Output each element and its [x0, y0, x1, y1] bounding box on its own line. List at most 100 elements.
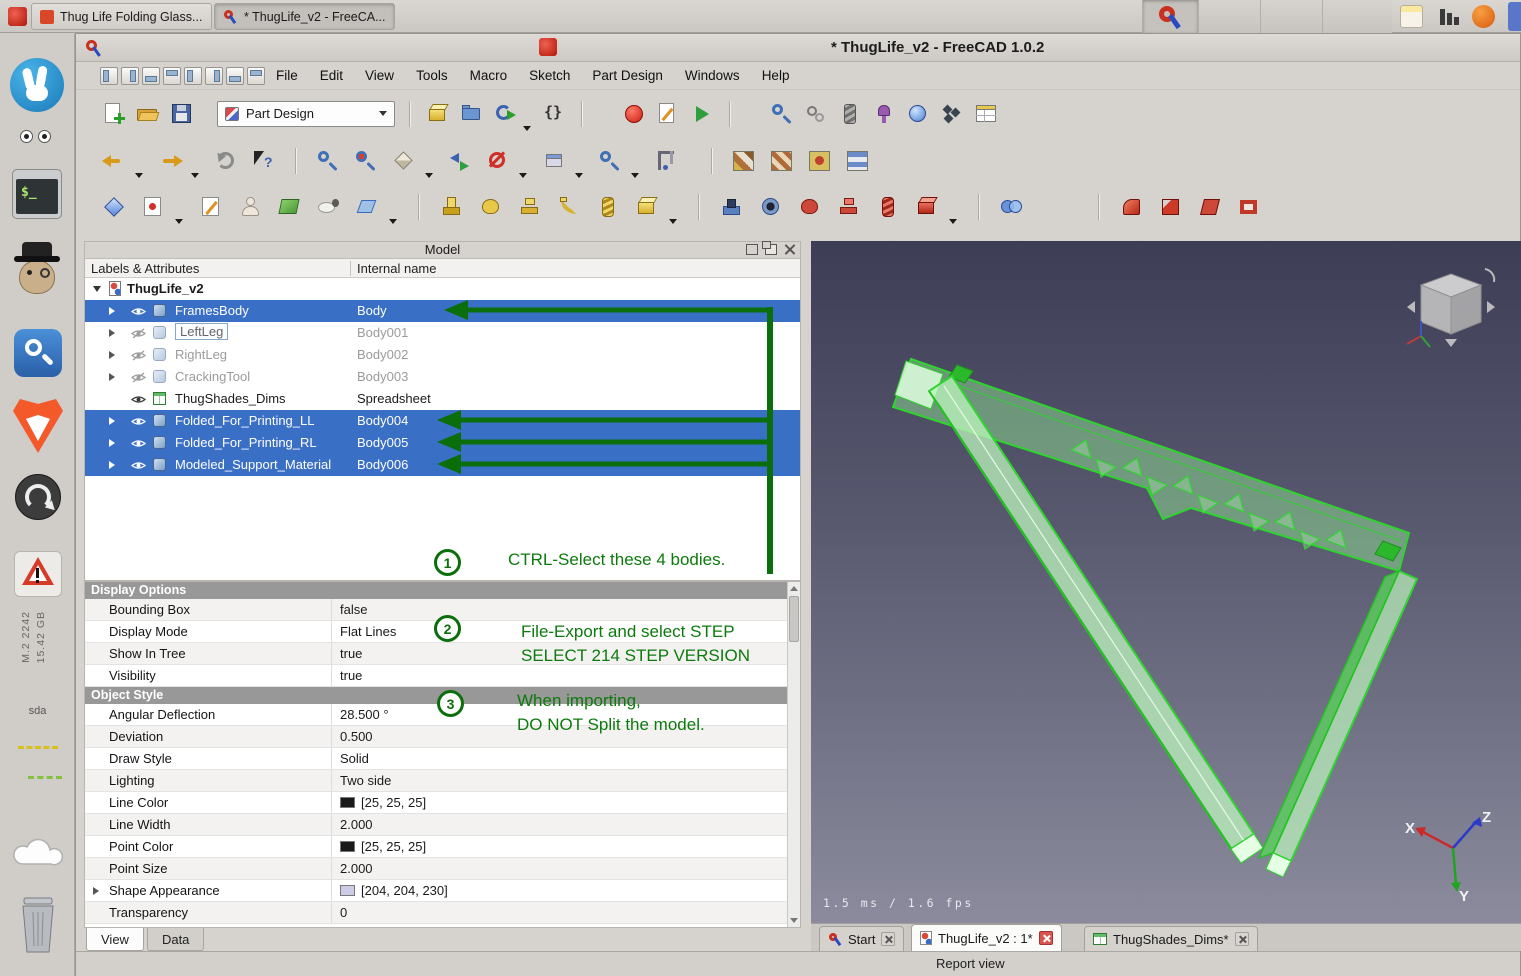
measure-button[interactable] — [653, 148, 679, 174]
panel-toggle-icon[interactable] — [184, 67, 202, 85]
panel-toggle-icon[interactable] — [142, 67, 160, 85]
property-row[interactable]: Bounding Boxfalse — [85, 599, 787, 621]
expander-icon[interactable] — [93, 887, 99, 895]
panel-toggle-icon[interactable] — [226, 67, 244, 85]
expander-icon[interactable] — [109, 307, 115, 315]
open-file-button[interactable] — [135, 101, 161, 127]
detective-icon[interactable] — [10, 242, 64, 300]
menu-tools[interactable]: Tools — [405, 63, 459, 88]
menu-file[interactable]: File — [265, 63, 309, 88]
scroll-up-icon[interactable] — [790, 586, 798, 591]
zoom-selection-button[interactable] — [353, 148, 379, 174]
navigation-cube[interactable] — [1407, 269, 1495, 347]
close-icon[interactable] — [1235, 932, 1249, 946]
menu-edit[interactable]: Edit — [309, 63, 354, 88]
property-value[interactable]: false — [332, 599, 787, 620]
chevron-down-icon[interactable] — [631, 173, 639, 178]
subtractive-helix-button[interactable] — [875, 194, 901, 220]
property-value[interactable]: 2.000 — [332, 814, 787, 835]
clipping-button[interactable] — [485, 148, 511, 174]
macro-edit-button[interactable] — [655, 101, 681, 127]
property-row[interactable]: LightingTwo side — [85, 770, 787, 792]
notes-tray-icon[interactable] — [1400, 5, 1423, 28]
create-part-button[interactable] — [425, 101, 451, 127]
taskbar-empty-slot[interactable] — [1322, 0, 1392, 33]
property-value[interactable]: 2.000 — [332, 858, 787, 879]
panel-toggle-icon[interactable] — [205, 67, 223, 85]
refresh-button[interactable] — [213, 148, 239, 174]
datum-button[interactable] — [354, 194, 380, 220]
tab-start[interactable]: Start — [819, 926, 904, 951]
menu-partdesign[interactable]: Part Design — [581, 63, 674, 88]
goblet-tool-button[interactable] — [871, 101, 897, 127]
chamfer-button[interactable] — [1158, 194, 1184, 220]
texture-button[interactable] — [731, 148, 757, 174]
chevron-down-icon[interactable] — [191, 173, 199, 178]
tree-item-label[interactable]: LeftLeg — [175, 323, 228, 340]
texture-button[interactable] — [807, 148, 833, 174]
column-divider[interactable] — [350, 261, 351, 276]
fillet-button[interactable] — [1119, 194, 1145, 220]
workbench-selector[interactable]: Part Design — [217, 101, 395, 127]
refresh-circle-icon[interactable] — [15, 474, 61, 520]
subtractive-loft-button[interactable] — [836, 194, 862, 220]
tree-row-folded-ll[interactable]: Folded_For_Printing_LL Body004 — [85, 410, 800, 432]
tree-row-rightleg[interactable]: RightLeg Body002 — [85, 344, 800, 366]
create-body-button[interactable] — [237, 194, 263, 220]
macro-record-button[interactable] — [621, 101, 647, 127]
taskbar-window-browser[interactable]: Thug Life Folding Glass... — [31, 3, 212, 30]
property-value[interactable]: Two side — [332, 770, 787, 791]
desktop-logo-icon[interactable] — [10, 58, 64, 112]
expander-icon[interactable] — [109, 417, 115, 425]
property-row[interactable]: Line Color[25, 25, 25] — [85, 792, 787, 814]
spreadsheet-button[interactable] — [973, 101, 999, 127]
property-row[interactable]: Line Width2.000 — [85, 814, 787, 836]
pocket-button[interactable] — [719, 194, 745, 220]
additive-primitive-button[interactable] — [634, 194, 660, 220]
chevron-down-icon[interactable] — [669, 219, 677, 224]
tree-column-header[interactable]: Labels & Attributes Internal name — [85, 259, 800, 278]
window-titlebar[interactable]: * ThugLife_v2 - FreeCAD 1.0.2 — [76, 34, 1520, 62]
visibility-eye-icon[interactable] — [131, 438, 146, 449]
signal-bars-icon[interactable] — [1440, 9, 1445, 25]
user-avatar-icon[interactable] — [1472, 5, 1495, 28]
red-indicator-icon[interactable] — [539, 38, 557, 56]
tree-root-row[interactable]: ThugLife_v2 — [85, 278, 800, 300]
menu-view[interactable]: View — [354, 63, 405, 88]
taskbar-empty-slot[interactable] — [1260, 0, 1322, 33]
property-row[interactable]: Transparency0 — [85, 902, 787, 924]
panel-toggle-icon[interactable] — [247, 67, 265, 85]
hole-button[interactable] — [758, 194, 784, 220]
property-row[interactable]: Visibilitytrue — [85, 665, 787, 687]
visibility-eye-icon[interactable] — [131, 394, 146, 405]
macro-run-button[interactable] — [689, 101, 715, 127]
chevron-down-icon[interactable] — [575, 173, 583, 178]
search-tool-button[interactable] — [769, 101, 795, 127]
shapebinder-sheep-button[interactable] — [315, 194, 341, 220]
tab-thugshades-dims[interactable]: ThugShades_Dims* — [1084, 926, 1258, 951]
signal-bars-icon[interactable] — [1454, 17, 1459, 25]
texture-button[interactable] — [845, 148, 871, 174]
sphere-tool-button[interactable] — [905, 101, 931, 127]
tab-data[interactable]: Data — [147, 928, 204, 951]
visibility-eye-icon[interactable] — [131, 460, 146, 471]
map-sketch-button[interactable] — [276, 194, 302, 220]
panel-toggle-icon[interactable] — [121, 67, 139, 85]
chevron-down-icon[interactable] — [949, 219, 957, 224]
tab-thuglife[interactable]: ThugLife_v2 : 1* — [911, 924, 1062, 951]
report-view-bar[interactable]: Report view — [76, 951, 1520, 976]
property-row[interactable]: Draw StyleSolid — [85, 748, 787, 770]
chevron-down-icon[interactable] — [523, 126, 531, 131]
tree-row-folded-rl[interactable]: Folded_For_Printing_RL Body005 — [85, 432, 800, 454]
cube-view-button[interactable] — [541, 148, 567, 174]
additive-helix-button[interactable] — [595, 194, 621, 220]
tray-freecad-button[interactable] — [1142, 0, 1198, 33]
expander-down-icon[interactable] — [93, 286, 101, 292]
property-row[interactable]: Shape Appearance[204, 204, 230] — [85, 880, 787, 902]
taskbar-empty-slot[interactable] — [1198, 0, 1260, 33]
color-swatch[interactable] — [340, 797, 355, 808]
menu-macro[interactable]: Macro — [459, 63, 519, 88]
property-value[interactable]: [25, 25, 25] — [332, 792, 787, 813]
search-icon[interactable] — [14, 329, 62, 377]
property-value[interactable]: [204, 204, 230] — [332, 880, 787, 901]
